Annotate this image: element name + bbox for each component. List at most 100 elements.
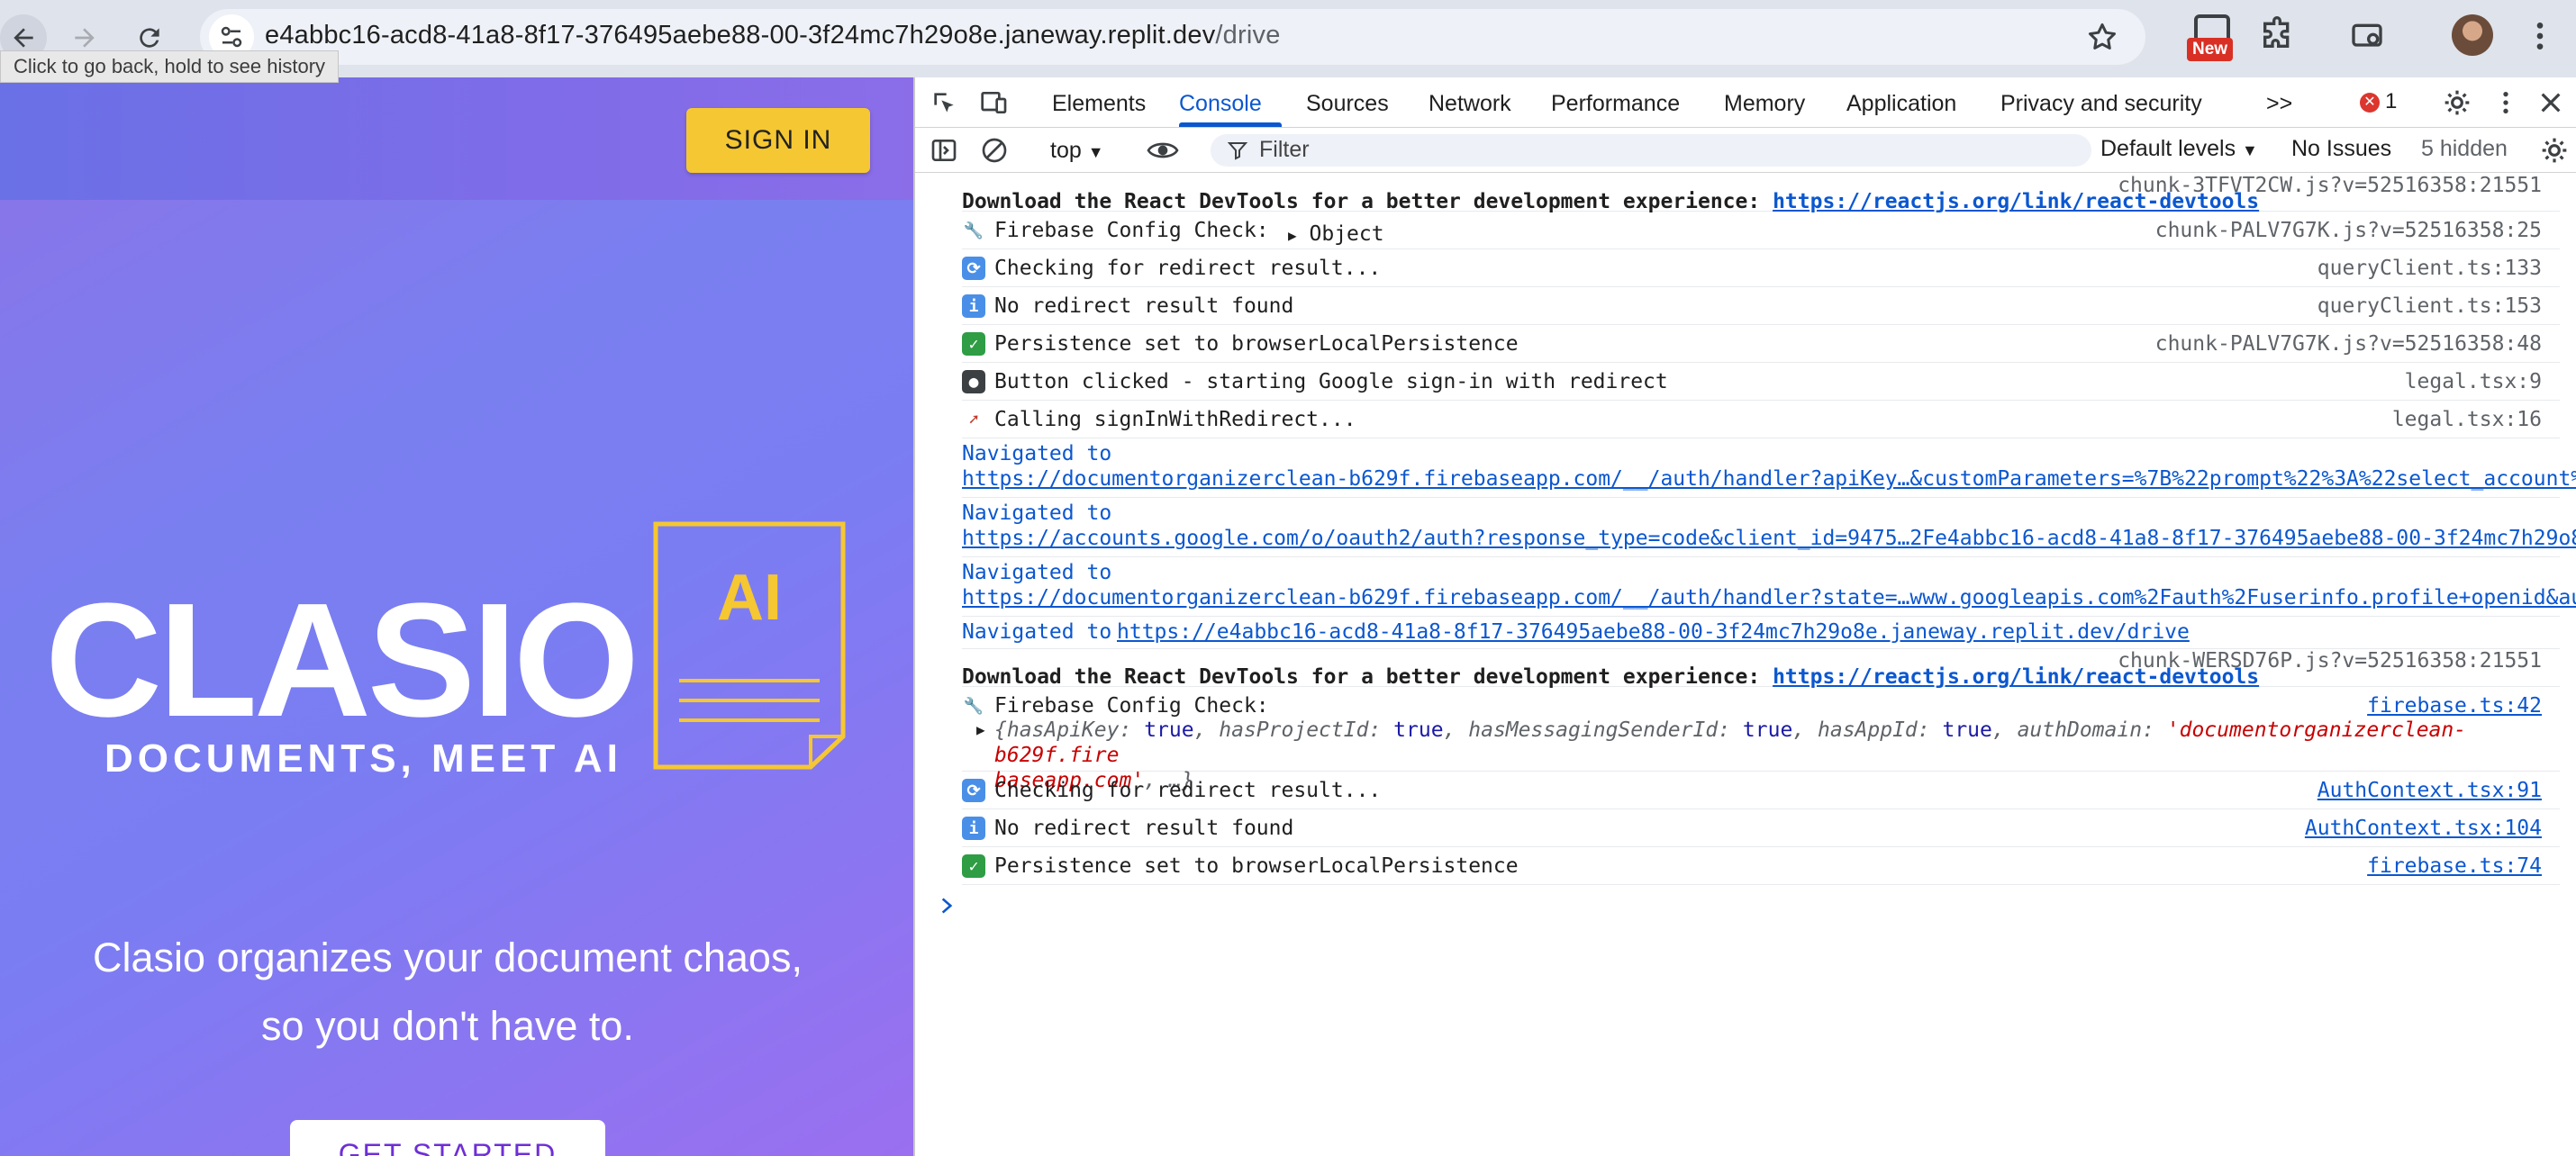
navigated-url[interactable]: https://documentorganizerclean-b629f.fir… bbox=[962, 586, 2576, 610]
console-text: Download the React DevTools for a better… bbox=[962, 190, 1773, 213]
log-emoji-icon: 🔧 bbox=[962, 694, 985, 718]
console-source-link[interactable]: chunk-PALV7G7K.js?v=52516358:48 bbox=[2155, 332, 2542, 356]
expand-triangle-icon[interactable]: ▶ bbox=[1288, 227, 1297, 244]
hero-text: Clasio organizes your document chaos, so… bbox=[36, 924, 859, 1061]
ai-document-icon: AI bbox=[653, 521, 846, 770]
console-source-link[interactable]: AuthContext.tsx:91 bbox=[2317, 779, 2542, 802]
customize-menu-icon[interactable] bbox=[2491, 88, 2520, 117]
device-toolbar-icon[interactable] bbox=[980, 88, 1009, 117]
logo-ai-text: AI bbox=[717, 562, 782, 634]
clear-console-icon[interactable] bbox=[980, 136, 1009, 165]
console-settings-icon[interactable] bbox=[2540, 136, 2569, 165]
console-source-link[interactable]: chunk-PALV7G7K.js?v=52516358:25 bbox=[2155, 219, 2542, 242]
filter-placeholder: Filter bbox=[1259, 137, 1310, 162]
url-text[interactable]: e4abbc16-acd8-41a8-8f17-376495aebe88-00-… bbox=[265, 21, 1281, 50]
object-token: : bbox=[1917, 718, 1943, 742]
object-preview[interactable]: ▶ Object bbox=[1288, 222, 1384, 246]
extension-badge: New bbox=[2187, 38, 2234, 61]
tab-privacy-and-security[interactable]: Privacy and security bbox=[2000, 77, 2202, 128]
console-text: Checking for redirect result... bbox=[994, 779, 1382, 802]
console-row: ● Button clicked - starting Google sign-i… bbox=[962, 363, 2560, 401]
console-source-link[interactable]: firebase.ts:42 bbox=[2367, 694, 2542, 718]
get-started-button[interactable]: GET STARTED bbox=[290, 1120, 605, 1156]
chevron-right-icon bbox=[941, 898, 953, 914]
tab-elements[interactable]: Elements bbox=[1052, 77, 1146, 128]
react-devtools-link[interactable]: https://reactjs.org/link/react-devtools bbox=[1773, 665, 2259, 689]
console-output: chunk-3TFVT2CW.js?v=52516358:21551 Downlo… bbox=[915, 174, 2576, 1156]
console-source-link[interactable]: queryClient.ts:153 bbox=[2317, 294, 2542, 318]
tab-network[interactable]: Network bbox=[1429, 77, 1511, 128]
console-row: i No redirect result found AuthContext.tsx… bbox=[962, 809, 2560, 847]
sidebar-toggle-icon[interactable] bbox=[930, 136, 958, 165]
filter-input[interactable]: Filter bbox=[1211, 134, 2091, 167]
context-selector[interactable]: top ▼ bbox=[1050, 135, 1104, 167]
devtools-tabbar: >> ✕ 1 Elements Console Sources Network Perfo… bbox=[915, 77, 2576, 128]
menu-icon[interactable] bbox=[2522, 18, 2558, 54]
log-emoji-icon: i bbox=[962, 294, 985, 318]
close-icon[interactable] bbox=[2536, 88, 2565, 117]
devtools-panel: >> ✕ 1 Elements Console Sources Network Perfo… bbox=[913, 77, 2576, 1156]
issues-button[interactable]: No Issues bbox=[2291, 136, 2391, 162]
error-counter[interactable]: ✕ 1 bbox=[2360, 86, 2397, 117]
avatar[interactable] bbox=[2452, 14, 2493, 56]
console-message: Download the React DevTools for a better… bbox=[962, 190, 2259, 213]
console-source-link[interactable]: legal.tsx:9 bbox=[2405, 370, 2542, 393]
console-source-link[interactable]: firebase.ts:74 bbox=[2367, 854, 2542, 878]
sign-in-button[interactable]: SIGN IN bbox=[686, 108, 870, 173]
settings-gear-icon[interactable] bbox=[2443, 88, 2472, 117]
tab-performance[interactable]: Performance bbox=[1551, 77, 1680, 128]
navigated-url[interactable]: https://accounts.google.com/o/oauth2/aut… bbox=[962, 527, 2576, 550]
hero-line-2: so you don't have to. bbox=[261, 1003, 634, 1049]
tab-memory[interactable]: Memory bbox=[1724, 77, 1805, 128]
navigated-url[interactable]: https://documentorganizerclean-b629f.fir… bbox=[962, 467, 2576, 491]
console-row: ➚ Calling signInWithRedirect... legal.tsx:… bbox=[962, 401, 2560, 438]
console-prompt-caret[interactable] bbox=[935, 894, 958, 917]
react-devtools-link[interactable]: https://reactjs.org/link/react-devtools bbox=[1773, 190, 2259, 213]
log-emoji-icon: ⟳ bbox=[962, 779, 985, 802]
tab-application[interactable]: Application bbox=[1846, 77, 1956, 128]
expand-triangle-icon[interactable]: ▶ bbox=[976, 718, 985, 743]
puzzle-icon[interactable] bbox=[2259, 16, 2295, 52]
url-path: /drive bbox=[1215, 21, 1281, 50]
site-info-icon bbox=[221, 26, 242, 48]
more-tabs-button[interactable]: >> bbox=[2266, 77, 2292, 128]
web-app: SIGN IN CLASIO AI DOCUMENTS, MEET AI Cla… bbox=[0, 77, 913, 1156]
console-row: ✓ Persistence set to browserLocalPersiste… bbox=[962, 325, 2560, 363]
context-label: top bbox=[1050, 138, 1082, 163]
navigated-url[interactable]: https://e4abbc16-acd8-41a8-8f17-376495ae… bbox=[1117, 620, 2190, 644]
console-row: chunk-3TFVT2CW.js?v=52516358:21551 Downlo… bbox=[962, 174, 2560, 213]
forward-icon bbox=[75, 28, 95, 48]
error-count: 1 bbox=[2385, 89, 2398, 113]
object-token: : bbox=[1368, 718, 1394, 742]
console-text: Firebase Config Check: bbox=[994, 219, 1269, 242]
reload-icon bbox=[140, 28, 159, 48]
navigated-label: Navigated to bbox=[962, 501, 1112, 525]
object-label: Object bbox=[1309, 222, 1384, 246]
log-emoji-icon: 🔧 bbox=[962, 219, 985, 242]
console-source-link[interactable]: queryClient.ts:133 bbox=[2317, 257, 2542, 280]
object-token: true bbox=[1393, 718, 1444, 742]
log-emoji-icon: ✓ bbox=[962, 854, 985, 878]
console-row: chunk-WERSD76P.js?v=52516358:21551 Downlo… bbox=[962, 649, 2560, 689]
console-text: Button clicked - starting Google sign-in… bbox=[994, 370, 1668, 393]
inspect-element-icon[interactable] bbox=[930, 88, 958, 117]
star-icon[interactable] bbox=[2086, 21, 2118, 53]
object-token: , bbox=[1792, 718, 1818, 742]
console-text: Persistence set to browserLocalPersisten… bbox=[994, 854, 1519, 878]
console-text: No redirect result found bbox=[994, 294, 1294, 318]
cast-icon[interactable] bbox=[2349, 18, 2385, 54]
tab-sources[interactable]: Sources bbox=[1306, 77, 1389, 128]
log-emoji-icon: ● bbox=[962, 370, 985, 393]
address-bar[interactable]: e4abbc16-acd8-41a8-8f17-376495aebe88-00-… bbox=[200, 9, 2145, 65]
chevron-down-icon: ▼ bbox=[1087, 143, 1104, 161]
console-message: Download the React DevTools for a better… bbox=[962, 665, 2259, 689]
object-token: : bbox=[2142, 718, 2167, 742]
extension-icon[interactable]: New bbox=[2183, 13, 2239, 65]
eye-icon[interactable] bbox=[1146, 136, 1180, 165]
log-levels-label: Default levels bbox=[2100, 136, 2236, 161]
hero-line-1: Clasio organizes your document chaos, bbox=[93, 935, 803, 980]
console-source-link[interactable]: AuthContext.tsx:104 bbox=[2305, 817, 2542, 840]
console-source-link[interactable]: legal.tsx:16 bbox=[2392, 408, 2542, 431]
log-levels-dropdown[interactable]: Default levels ▼ bbox=[2100, 136, 2258, 162]
tab-console[interactable]: Console bbox=[1179, 77, 1262, 128]
